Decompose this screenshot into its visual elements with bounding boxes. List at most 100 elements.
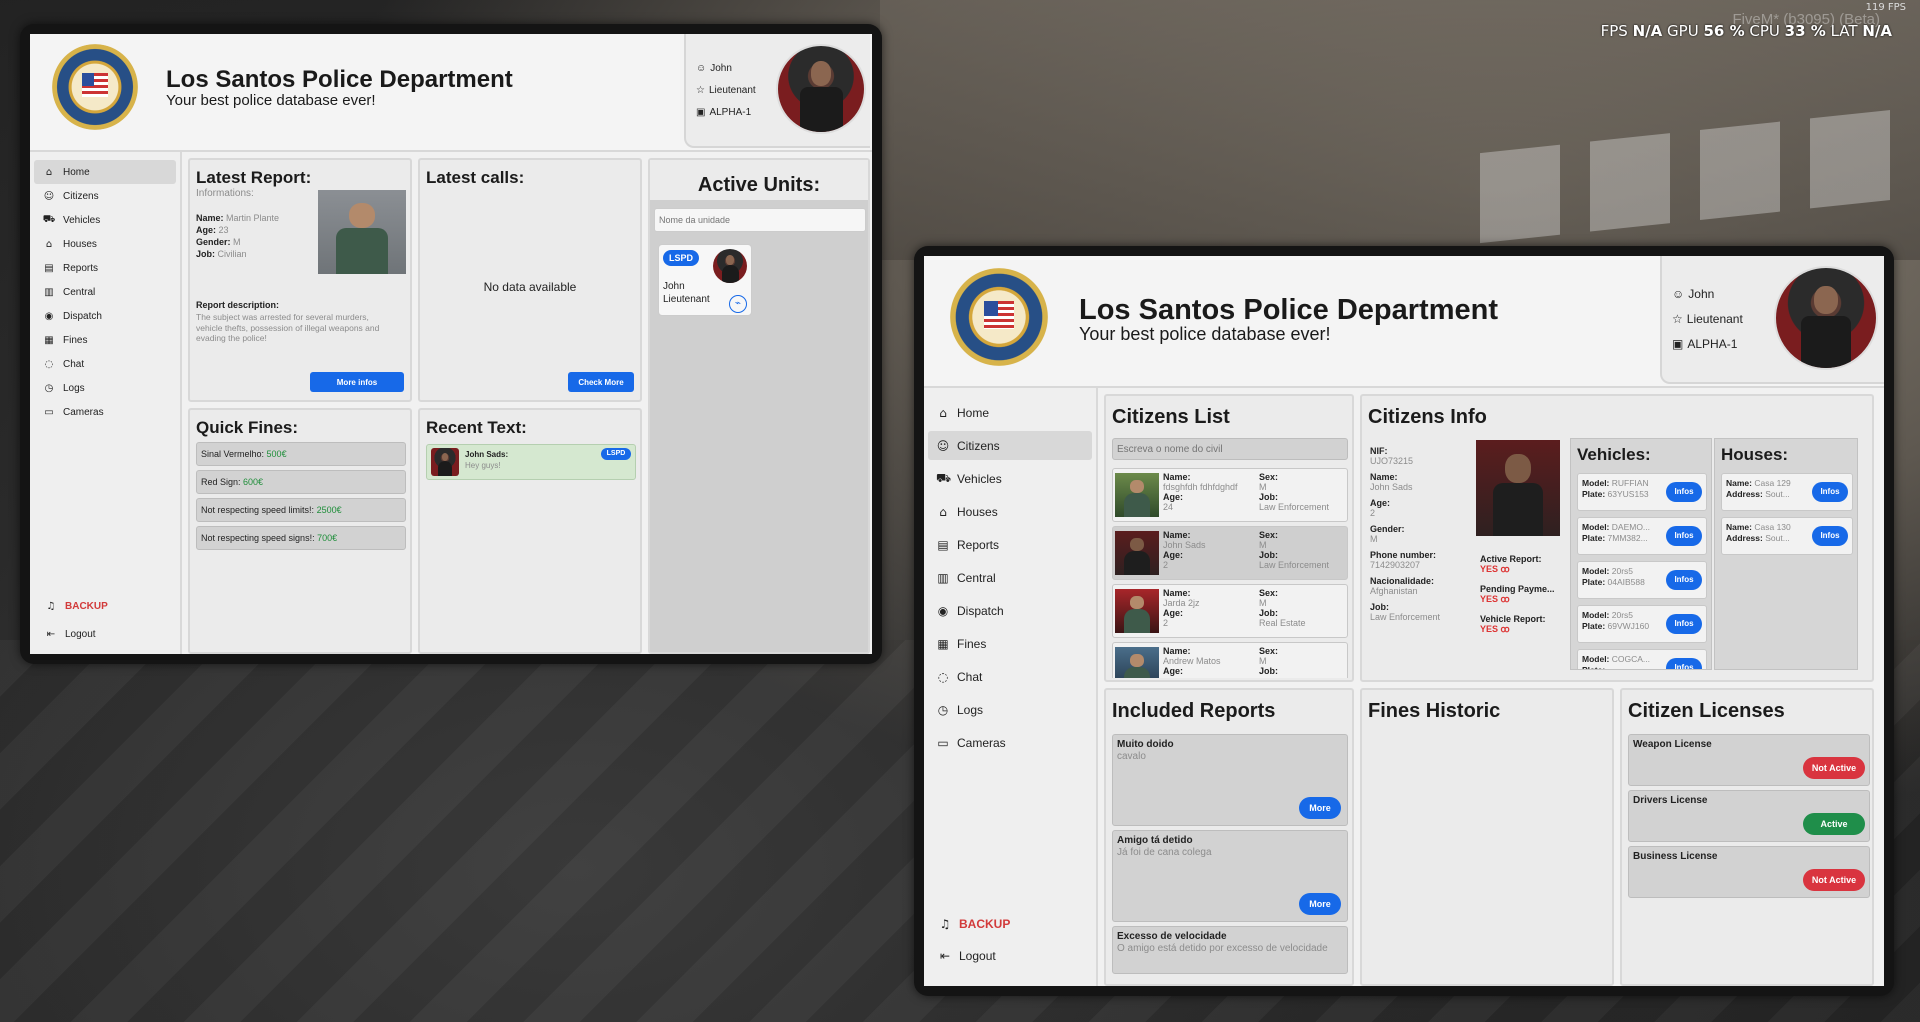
report-item: Amigo tá detido Já foi de cana colega More xyxy=(1112,830,1348,922)
nav-houses[interactable]: ⌂ Houses xyxy=(34,232,176,256)
citizen-job-value: Law Enforcement xyxy=(1259,560,1330,570)
quick-fine-item[interactable]: Not respecting speed limits!: 2500€ xyxy=(196,498,406,522)
nav-backup[interactable]: ♫ BACKUP xyxy=(938,910,1011,938)
license-status-button[interactable]: Not Active xyxy=(1803,869,1865,891)
report-more-button[interactable]: More xyxy=(1299,797,1341,819)
model-label: Model: xyxy=(1582,610,1610,620)
nav-home[interactable]: ⌂ Home xyxy=(34,160,176,184)
nav-houses[interactable]: ⌂ Houses xyxy=(928,497,1092,526)
star-icon: ☆ xyxy=(1672,312,1683,326)
nav-citizens[interactable]: ☺ Citizens xyxy=(928,431,1092,460)
nav-label: Vehicles xyxy=(63,214,101,226)
profile-name: ☺ John xyxy=(1672,282,1743,307)
profile-avatar[interactable] xyxy=(1774,266,1878,370)
nav-logout[interactable]: ⇤ Logout xyxy=(938,942,1010,970)
citizen-name-value: Andrew Matos xyxy=(1163,656,1221,666)
citizen-age-value: 2 xyxy=(1163,560,1169,570)
profile-avatar[interactable] xyxy=(776,44,866,134)
house-name: Casa 129 xyxy=(1754,478,1791,488)
page-title: Los Santos Police Department xyxy=(1079,294,1498,326)
nav-dispatch[interactable]: ◉ Dispatch xyxy=(928,596,1092,625)
citizen-row[interactable]: Name: John Sads Age: 2 Sex: M Job: Law Enforcem… xyxy=(1112,526,1348,580)
citizen-row[interactable]: Name: Jarda 2jz Age: 2 Sex: M Job: Real Estate xyxy=(1112,584,1348,638)
profile-panel: ☺ John ☆ Lieutenant ▣ ALPHA-1 xyxy=(684,34,870,148)
citizen-job-value xyxy=(1259,676,1347,678)
model-label: Model: xyxy=(1582,478,1610,488)
plate-label: Plate: xyxy=(1582,489,1606,499)
vehicle-infos-button[interactable]: Infos xyxy=(1666,658,1702,669)
message-item[interactable]: John Sads: Hey guys! LSPD xyxy=(426,444,636,480)
citizen-row[interactable]: Name: Andrew Matos Age: Sex: M Job: xyxy=(1112,642,1348,678)
unit-search-input[interactable] xyxy=(654,208,866,232)
vehicle-infos-button[interactable]: Infos xyxy=(1666,526,1702,546)
nav-vehicles[interactable]: ⛟ Vehicles xyxy=(928,464,1092,493)
camera-icon: ▭ xyxy=(44,406,54,418)
vehicle-infos-button[interactable]: Infos xyxy=(1666,614,1702,634)
home-icon: ⌂ xyxy=(45,166,53,178)
nav-chat[interactable]: ◌ Chat xyxy=(34,352,176,376)
nav-reports[interactable]: ▤ Reports xyxy=(928,530,1092,559)
citizen-row[interactable]: Name: fdsghfdh fdhfdghdf Age: 24 Sex: M Job: La… xyxy=(1112,468,1348,522)
check-more-button[interactable]: Check More xyxy=(568,372,634,392)
nav-chat[interactable]: ◌ Chat xyxy=(928,662,1092,691)
quick-fine-item[interactable]: Red Sign: 600€ xyxy=(196,470,406,494)
nav-cameras[interactable]: ▭ Cameras xyxy=(34,400,176,424)
citizen-search-input[interactable] xyxy=(1112,438,1348,460)
handcuffs-icon: ꝏ xyxy=(1500,624,1510,634)
more-infos-button[interactable]: More infos xyxy=(310,372,404,392)
nav-central[interactable]: ▥ Central xyxy=(34,280,176,304)
citizen-job-label: Job: xyxy=(1259,550,1278,560)
profile-unit: ▣ ALPHA-1 xyxy=(696,102,756,124)
nav-label: Reports xyxy=(63,262,99,274)
nav-backup[interactable]: ♫ BACKUP xyxy=(44,594,108,618)
citizen-name-value: Jarda 2jz xyxy=(1163,598,1200,608)
fines-historic-card: Fines Historic xyxy=(1360,688,1614,986)
house-item: Name: Casa 130 Address: Sout... Infos xyxy=(1721,517,1853,555)
vehicle-item: Model: 20rs5 Plate: 69VWJ160 Infos xyxy=(1577,605,1707,643)
profile-panel: ☺ John ☆ Lieutenant ▣ ALPHA-1 xyxy=(1660,256,1884,384)
nav-home[interactable]: ⌂ Home xyxy=(928,398,1092,427)
nav-logs[interactable]: ◷ Logs xyxy=(928,695,1092,724)
logout-icon: ⇤ xyxy=(46,628,56,640)
nav-fines[interactable]: ▦ Fines xyxy=(928,629,1092,658)
nav-label: Citizens xyxy=(63,190,99,202)
nav-central[interactable]: ▥ Central xyxy=(928,563,1092,592)
user-icon: ☺ xyxy=(696,63,707,74)
house-infos-button[interactable]: Infos xyxy=(1812,482,1848,502)
user-icon: ☺ xyxy=(43,190,55,202)
citizens-info-card: Citizens Info NIF: UJO73215 Name: John Sad… xyxy=(1360,394,1874,682)
report-description: Já foi de cana colega xyxy=(1117,847,1212,858)
vehicle-infos-button[interactable]: Infos xyxy=(1666,482,1702,502)
vehicle-infos-button[interactable]: Infos xyxy=(1666,570,1702,590)
vehicle-plate: 7MM382... xyxy=(1607,533,1648,543)
license-status-button[interactable]: Active xyxy=(1803,813,1865,835)
house-name-label: Name: xyxy=(1726,478,1752,488)
nav-logs[interactable]: ◷ Logs xyxy=(34,376,176,400)
citizen-photo xyxy=(1476,440,1560,536)
house-address: Sout... xyxy=(1765,489,1790,499)
nav-logout[interactable]: ⇤ Logout xyxy=(44,622,108,646)
citizen-name-label: Name: xyxy=(1163,646,1191,656)
quick-fine-item[interactable]: Sinal Vermelho: 500€ xyxy=(196,442,406,466)
license-status-button[interactable]: Not Active xyxy=(1803,757,1865,779)
nav-fines[interactable]: ▦ Fines xyxy=(34,328,176,352)
house-infos-button[interactable]: Infos xyxy=(1812,526,1848,546)
nav-label: Reports xyxy=(957,537,1000,552)
nav-citizens[interactable]: ☺ Citizens xyxy=(34,184,176,208)
chat-icon: ◌ xyxy=(44,358,54,370)
nav-vehicles[interactable]: ⛟ Vehicles xyxy=(34,208,176,232)
citizen-sex-label: Sex: xyxy=(1259,530,1279,540)
unit-card[interactable]: LSPD John Lieutenant ⌁ xyxy=(658,244,752,316)
quick-fine-item[interactable]: Not respecting speed signs!: 700€ xyxy=(196,526,406,550)
message-badge: LSPD xyxy=(601,448,631,460)
citizen-job-label: Job: xyxy=(1259,666,1278,676)
citizen-age-value: 2 xyxy=(1163,618,1169,628)
radio-icon[interactable]: ⌁ xyxy=(729,295,747,313)
report-more-button[interactable]: More xyxy=(1299,893,1341,915)
report-title: Muito doido xyxy=(1117,739,1174,750)
citizen-age-value: 24 xyxy=(1163,502,1174,512)
nav-reports[interactable]: ▤ Reports xyxy=(34,256,176,280)
nav-dispatch[interactable]: ◉ Dispatch xyxy=(34,304,176,328)
citizens-list-card: Citizens List Name:fdsghfdh fdhfdghdfAge… xyxy=(1104,394,1354,682)
nav-cameras[interactable]: ▭ Cameras xyxy=(928,728,1092,757)
